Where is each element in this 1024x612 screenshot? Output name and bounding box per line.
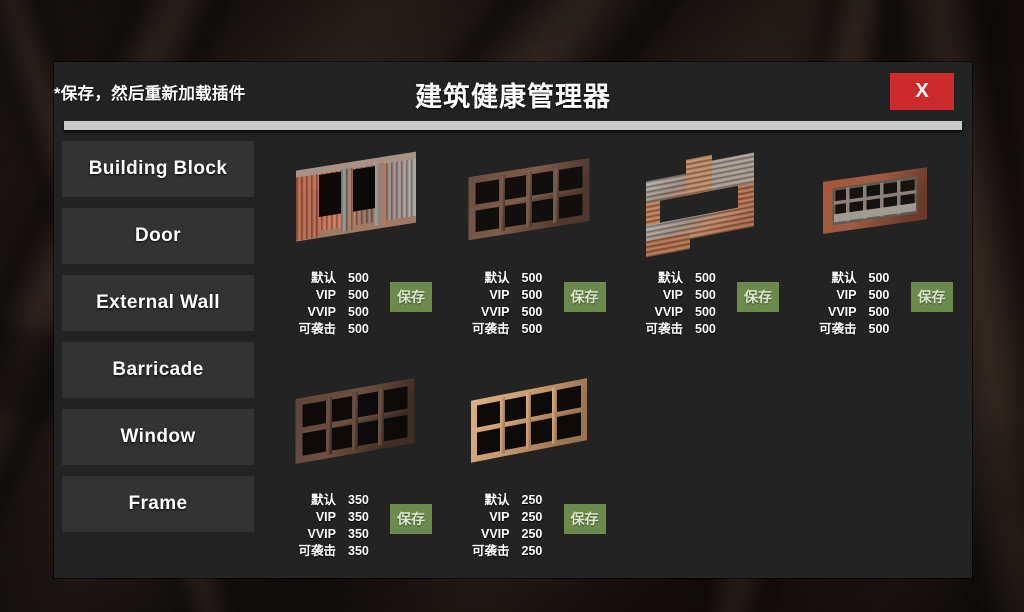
item-thumbnail-corrugated-metal-wall-icon	[619, 138, 787, 270]
item-card: 默认 500 VIP 500 VVIP 500 可袭击 500 保存	[619, 138, 787, 360]
stat-label-vip: VIP	[315, 288, 336, 302]
sidebar-item-door[interactable]: Door	[62, 208, 254, 264]
close-button[interactable]: X	[890, 73, 954, 110]
stat-label-vvip: VVIP	[481, 305, 510, 319]
stat-label-default: 默认	[310, 493, 336, 507]
stat-value-raidable[interactable]: 250	[510, 543, 550, 559]
stat-label-raidable: 可袭击	[471, 322, 510, 336]
stat-table: 默认 500 VIP 500 VVIP 500 可袭击 500	[627, 270, 723, 337]
stat-value-vvip[interactable]: 250	[510, 526, 550, 542]
save-button[interactable]: 保存	[563, 282, 606, 312]
stat-label-default: 默认	[484, 493, 510, 507]
stat-label-default: 默认	[484, 271, 510, 285]
sidebar-item-frame[interactable]: Frame	[62, 476, 254, 532]
stat-value-default[interactable]: 500	[857, 270, 897, 286]
item-content-area: 默认 500 VIP 500 VVIP 500 可袭击 500 保存 默认 50…	[254, 138, 972, 578]
save-button[interactable]: 保存	[563, 504, 606, 534]
stat-value-vip[interactable]: 500	[857, 287, 897, 303]
save-button[interactable]: 保存	[390, 282, 432, 312]
stat-label-raidable: 可袭击	[471, 544, 510, 558]
save-button[interactable]: 保存	[737, 282, 779, 312]
stat-table: 默认 500 VIP 500 VVIP 500 可袭击 500	[454, 270, 550, 337]
item-card: 默认 500 VIP 500 VVIP 500 可袭击 500 保存	[793, 138, 961, 360]
stat-value-vvip[interactable]: 350	[336, 526, 376, 542]
stat-label-vvip: VVIP	[828, 305, 857, 319]
item-thumbnail-rusty-metal-wall-icon	[272, 138, 440, 270]
sidebar-item-building-block[interactable]: Building Block	[62, 141, 254, 197]
stat-value-vip[interactable]: 500	[683, 287, 723, 303]
stat-label-default: 默认	[310, 271, 336, 285]
stat-label-vip: VIP	[662, 288, 683, 302]
stat-value-vip[interactable]: 500	[510, 287, 550, 303]
stat-value-default[interactable]: 500	[683, 270, 723, 286]
stat-table: 默认 500 VIP 500 VVIP 500 可袭击 500	[801, 270, 897, 337]
item-thumbnail-light-wood-frame-icon	[446, 360, 614, 492]
stat-value-raidable[interactable]: 500	[510, 321, 550, 337]
item-stats: 默认 500 VIP 500 VVIP 500 可袭击 500 保存	[272, 270, 440, 337]
stat-value-raidable[interactable]: 350	[336, 543, 376, 559]
item-stats: 默认 350 VIP 350 VVIP 350 可袭击 350 保存	[272, 492, 440, 559]
sidebar-item-window[interactable]: Window	[62, 409, 254, 465]
stat-table: 默认 500 VIP 500 VVIP 500 可袭击 500	[280, 270, 376, 337]
item-stats: 默认 500 VIP 500 VVIP 500 可袭击 500 保存	[446, 270, 614, 337]
stat-label-vvip: VVIP	[481, 527, 510, 541]
stat-value-raidable[interactable]: 500	[683, 321, 723, 337]
item-grid: 默认 500 VIP 500 VVIP 500 可袭击 500 保存 默认 50…	[272, 138, 960, 582]
sidebar-item-external-wall[interactable]: External Wall	[62, 275, 254, 331]
stat-value-default[interactable]: 250	[510, 492, 550, 508]
item-card: 默认 500 VIP 500 VVIP 500 可袭击 500 保存	[446, 138, 614, 360]
stat-label-vvip: VVIP	[654, 305, 684, 319]
item-card: 默认 350 VIP 350 VVIP 350 可袭击 350 保存	[272, 360, 440, 582]
item-stats: 默认 500 VIP 500 VVIP 500 可袭击 500 保存	[793, 270, 961, 337]
stat-label-raidable: 可袭击	[298, 544, 336, 558]
stat-table: 默认 350 VIP 350 VVIP 350 可袭击 350	[280, 492, 376, 559]
stat-table: 默认 250 VIP 250 VVIP 250 可袭击 250	[454, 492, 550, 559]
panel-body: Building Block Door External Wall Barric…	[54, 138, 972, 578]
save-button[interactable]: 保存	[910, 282, 953, 312]
panel-header: *保存，然后重新加载插件 建筑健康管理器 X	[54, 62, 972, 130]
item-thumbnail-dark-wood-window-icon	[272, 360, 440, 492]
stat-value-vvip[interactable]: 500	[857, 304, 897, 320]
stat-value-raidable[interactable]: 500	[336, 321, 376, 337]
save-button[interactable]: 保存	[390, 504, 432, 534]
header-divider	[64, 121, 962, 130]
stat-label-vip: VIP	[489, 288, 510, 302]
stat-value-raidable[interactable]: 500	[857, 321, 897, 337]
sidebar-item-barricade[interactable]: Barricade	[62, 342, 254, 398]
stat-value-default[interactable]: 350	[336, 492, 376, 508]
item-thumbnail-red-brown-barred-window-icon	[793, 138, 961, 270]
game-background: *保存，然后重新加载插件 建筑健康管理器 X Building Block Do…	[0, 0, 1024, 612]
stat-value-vvip[interactable]: 500	[510, 304, 550, 320]
stat-value-vip[interactable]: 350	[336, 509, 376, 525]
stat-value-vip[interactable]: 500	[336, 287, 376, 303]
page-title: 建筑健康管理器	[415, 82, 611, 112]
stat-label-vip: VIP	[315, 510, 336, 524]
stat-label-vvip: VVIP	[307, 305, 337, 319]
item-stats: 默认 250 VIP 250 VVIP 250 可袭击 250 保存	[446, 492, 614, 559]
stat-label-default: 默认	[831, 271, 857, 285]
stat-label-vip: VIP	[489, 510, 510, 524]
stat-value-default[interactable]: 500	[336, 270, 376, 286]
category-sidebar: Building Block Door External Wall Barric…	[54, 138, 254, 578]
stat-label-raidable: 可袭击	[818, 322, 857, 336]
stat-label-vvip: VVIP	[307, 527, 337, 541]
stat-value-vip[interactable]: 250	[510, 509, 550, 525]
stat-value-vvip[interactable]: 500	[683, 304, 723, 320]
stat-value-default[interactable]: 500	[510, 270, 550, 286]
stat-label-vip: VIP	[836, 288, 857, 302]
building-health-manager-panel: *保存，然后重新加载插件 建筑健康管理器 X Building Block Do…	[54, 62, 972, 578]
stat-label-raidable: 可袭击	[298, 322, 336, 336]
item-thumbnail-dark-wood-window-frame-icon	[446, 138, 614, 270]
item-card: 默认 250 VIP 250 VVIP 250 可袭击 250 保存	[446, 360, 614, 582]
item-stats: 默认 500 VIP 500 VVIP 500 可袭击 500 保存	[619, 270, 787, 337]
item-card: 默认 500 VIP 500 VVIP 500 可袭击 500 保存	[272, 138, 440, 360]
stat-label-default: 默认	[657, 271, 683, 285]
stat-value-vvip[interactable]: 500	[336, 304, 376, 320]
stat-label-raidable: 可袭击	[645, 322, 683, 336]
